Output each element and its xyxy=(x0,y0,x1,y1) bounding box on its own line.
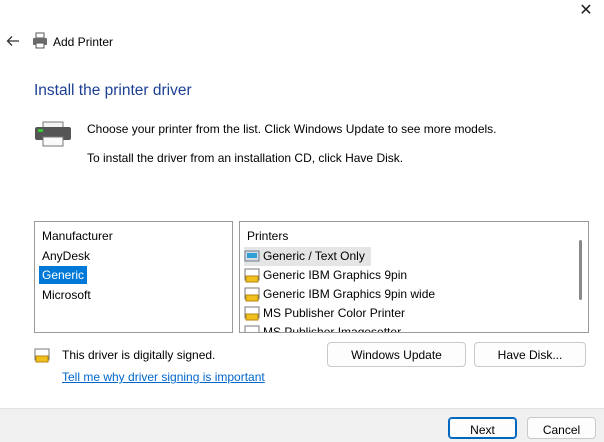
certificate-icon xyxy=(244,287,260,302)
printer-item[interactable]: MS Publisher Color Printer xyxy=(244,304,405,323)
printers-scrollbar[interactable] xyxy=(572,222,588,332)
windows-update-button[interactable]: Windows Update xyxy=(327,342,466,367)
manufacturer-item-microsoft[interactable]: Microsoft xyxy=(39,286,94,304)
printer-item[interactable]: Generic IBM Graphics 9pin xyxy=(244,266,407,285)
printer-item[interactable]: Generic IBM Graphics 9pin wide xyxy=(244,285,435,304)
have-disk-button[interactable]: Have Disk... xyxy=(474,342,586,367)
signing-status-text: This driver is digitally signed. xyxy=(62,348,216,362)
scrollbar-thumb[interactable] xyxy=(579,240,582,300)
page-title: Install the printer driver xyxy=(34,82,192,99)
manufacturer-item-generic[interactable]: Generic xyxy=(39,266,88,284)
printer-icon xyxy=(32,32,48,50)
signed-certificate-icon xyxy=(34,348,50,364)
printer-item-label: Generic / Text Only xyxy=(263,249,365,263)
printers-list[interactable]: Printers Generic / Text Only Generic IBM… xyxy=(239,221,589,333)
printer-item-label: Generic IBM Graphics 9pin xyxy=(263,268,408,282)
manufacturer-list[interactable]: Manufacturer AnyDesk Generic Microsoft xyxy=(34,221,233,333)
cancel-button[interactable]: Cancel xyxy=(527,417,596,439)
printer-item[interactable]: MS Publisher Imagesetter xyxy=(244,323,402,333)
next-button[interactable]: Next xyxy=(448,417,517,439)
certificate-icon xyxy=(244,268,260,283)
printers-column-header: Printers xyxy=(247,229,289,243)
certificate-icon xyxy=(244,325,260,332)
window-title: Add Printer xyxy=(53,35,114,49)
have-disk-instruction-text: To install the driver from an installati… xyxy=(87,151,404,165)
printer-large-icon xyxy=(34,121,72,147)
instruction-text: Choose your printer from the list. Click… xyxy=(87,122,497,136)
driver-signing-link[interactable]: Tell me why driver signing is important xyxy=(62,370,265,384)
printer-item-label: MS Publisher Color Printer xyxy=(263,306,406,320)
certificate-icon xyxy=(244,306,260,321)
back-arrow-icon[interactable] xyxy=(4,32,22,50)
printer-item-label: Generic IBM Graphics 9pin wide xyxy=(263,287,436,301)
manufacturer-column-header: Manufacturer xyxy=(42,229,113,243)
manufacturer-item-anydesk[interactable]: AnyDesk xyxy=(39,247,93,265)
printer-item[interactable]: Generic / Text Only xyxy=(244,247,371,266)
close-button[interactable]: ✕ xyxy=(578,3,594,19)
printer-item-label: MS Publisher Imagesetter xyxy=(263,325,402,333)
printer-driver-icon xyxy=(244,250,260,262)
